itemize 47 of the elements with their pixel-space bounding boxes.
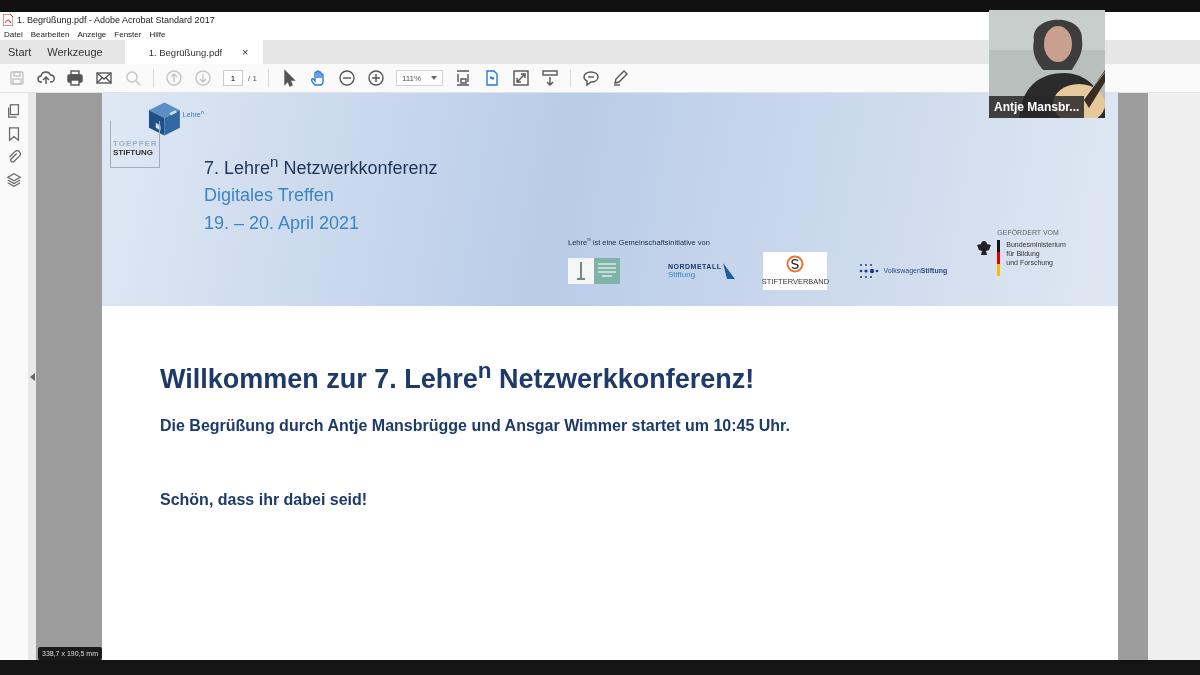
tab[interactable]: Start xyxy=(0,40,40,64)
logo-text: STIFTUNG xyxy=(113,148,154,157)
menu-item[interactable]: Hilfe xyxy=(149,29,166,39)
menu-item[interactable]: Datei xyxy=(4,29,23,39)
page-count: / 1 xyxy=(248,73,257,83)
participant-name: Antje Mansbr... xyxy=(989,96,1085,118)
slide-dates: 19. – 20. April 2021 xyxy=(204,212,361,235)
logo-text: Stiftung xyxy=(668,269,697,279)
tab[interactable]: Werkzeuge xyxy=(39,40,111,64)
layers-icon[interactable] xyxy=(6,172,22,188)
window-title: 1. Begrüßung.pdf - Adobe Acrobat Standard 2017 xyxy=(17,15,215,25)
caret-icon xyxy=(431,76,438,80)
tab-label: 1. Begrüßung.pdf xyxy=(148,46,223,58)
flag-stripe-icon xyxy=(997,240,1001,276)
zoom-out-icon[interactable] xyxy=(337,69,356,87)
welcome-text: Die Begrüßung durch Antje Mansbrügge und Ansgar Wimmer startet um 10:45 Uhr. xyxy=(160,417,791,435)
welcome-heading: Willkommen zur 7. Lehre$^{n}$ Netzwerkkonferenz! xyxy=(160,358,756,395)
pen-icon[interactable] xyxy=(611,69,630,87)
comment-icon[interactable] xyxy=(582,69,601,87)
sail-icon xyxy=(723,262,736,279)
menu-item[interactable]: Bearbeiten xyxy=(30,29,70,39)
logo-text: TOEPFER xyxy=(113,139,157,148)
menu-item[interactable]: Fenster xyxy=(114,29,142,39)
envelope-icon[interactable] xyxy=(95,69,113,87)
zoom-in-icon[interactable] xyxy=(366,69,385,87)
foundation-logo xyxy=(568,257,620,284)
cube-logo xyxy=(148,101,181,137)
pdf-file-icon xyxy=(3,14,13,26)
fullscreen-icon[interactable] xyxy=(512,69,531,87)
collapse-arrow-icon[interactable] xyxy=(29,372,35,381)
dot-grid-icon xyxy=(859,262,880,279)
tab[interactable]: 1. Begrüßung.pdf × xyxy=(124,40,263,64)
ring-icon xyxy=(786,255,805,273)
zoom-dropdown[interactable]: 111% xyxy=(395,70,444,86)
pages-icon[interactable] xyxy=(6,103,22,119)
slide-title: 7. Lehre$^{n}$ Netzwerkkonferenz xyxy=(204,152,438,180)
printer-icon[interactable] xyxy=(66,69,84,87)
cloud-upload-icon[interactable] xyxy=(37,69,55,87)
bookmark-icon[interactable] xyxy=(6,126,22,142)
scroll-mode-icon[interactable] xyxy=(541,69,560,87)
slide-subtitle: Digitales Treffen xyxy=(204,184,335,207)
welcome-text: Schön, dass ihr dabei seid! xyxy=(160,491,369,509)
menu-item[interactable]: Anzeige xyxy=(77,29,107,39)
paperclip-icon[interactable] xyxy=(6,149,22,165)
close-tab-button[interactable]: × xyxy=(242,46,249,58)
page-number-field[interactable]: 1 xyxy=(223,70,243,86)
hand-icon[interactable] xyxy=(308,69,327,87)
